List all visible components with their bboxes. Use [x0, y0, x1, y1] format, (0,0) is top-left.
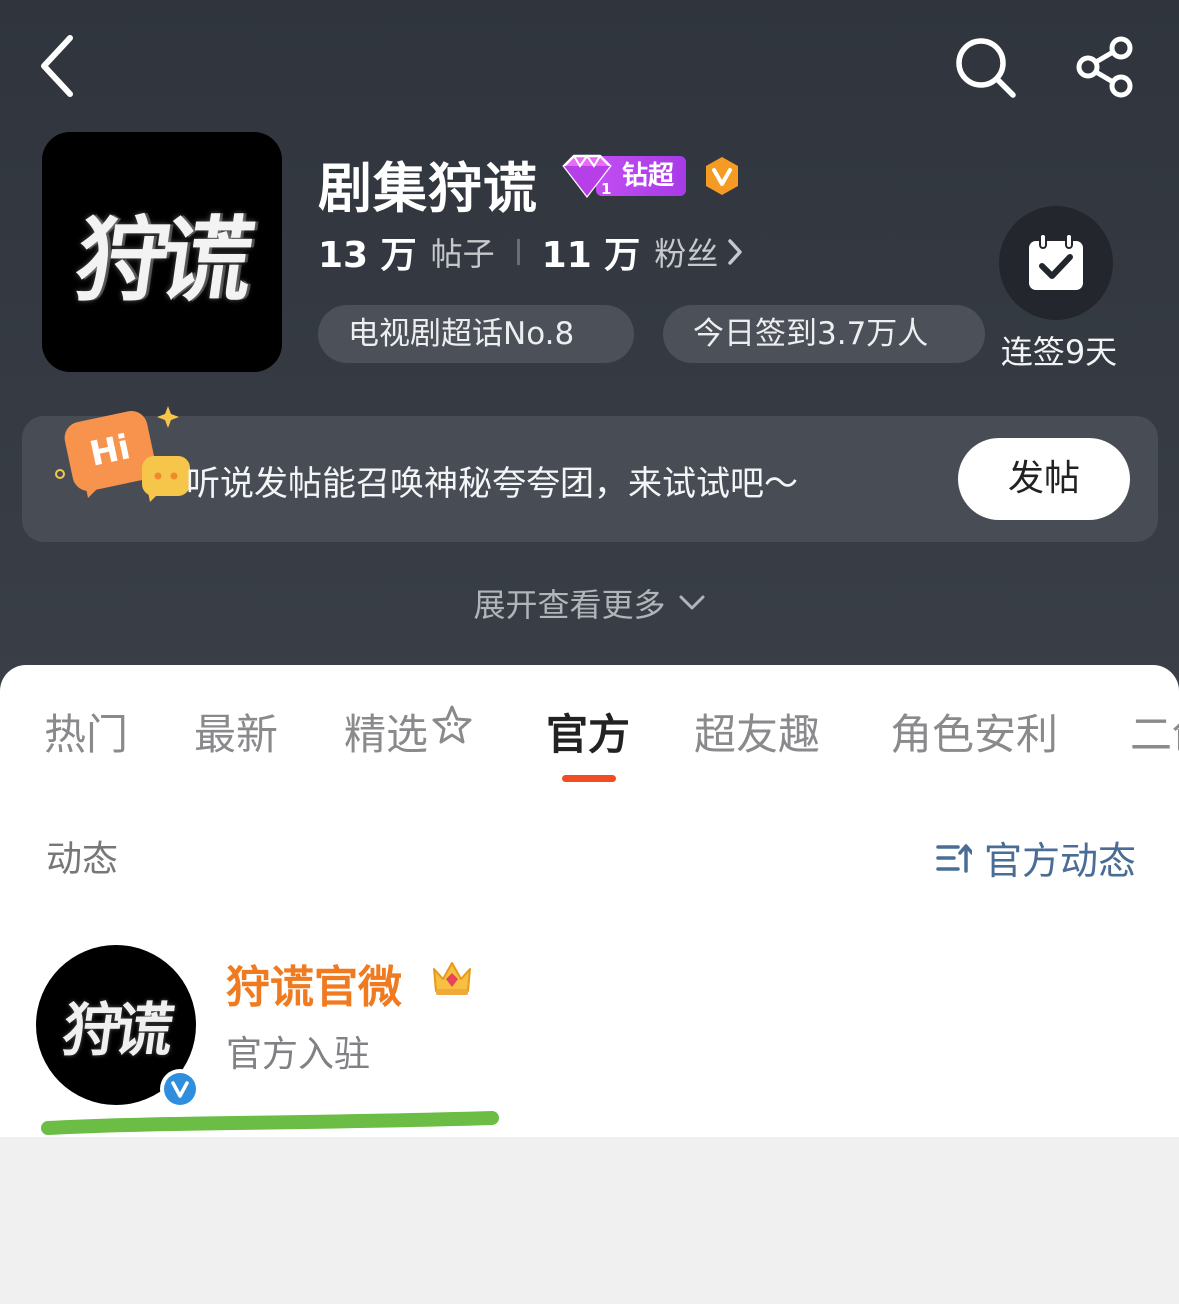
checkin-streak-label: 连签9天 — [1000, 333, 1118, 371]
verified-v-icon — [706, 157, 738, 195]
tier-badge[interactable]: 1 钻超 — [558, 154, 687, 199]
calendar-check-icon — [1029, 233, 1083, 290]
search-icon — [956, 38, 1016, 98]
tab-featured[interactable]: 精选 — [344, 701, 474, 762]
share-button[interactable] — [1070, 32, 1140, 102]
chevron-down-icon — [679, 595, 704, 610]
tab-super-friends[interactable]: 超友趣 — [694, 701, 820, 762]
posts-label: 帖子 — [430, 235, 495, 273]
sort-filter-button[interactable]: 官方动态 — [936, 830, 1136, 885]
avatar-logo-text: 狩谎 — [58, 996, 173, 1064]
account-name[interactable]: 狩谎官微 — [226, 951, 402, 1015]
active-tab-indicator — [562, 775, 616, 782]
share-icon — [1076, 36, 1133, 98]
sort-icon — [936, 843, 972, 873]
expand-more-label: 展开查看更多 — [473, 586, 666, 624]
stats-divider — [516, 239, 520, 265]
tab-latest[interactable]: 最新 — [194, 701, 278, 762]
topic-stats: 13 万 帖子 11 万 粉丝 — [318, 226, 744, 278]
tab-official[interactable]: 官方 — [546, 701, 630, 762]
official-account-row[interactable]: 狩谎 狩谎官微 官方入驻 — [36, 945, 636, 1115]
tab-fan-creation[interactable]: 二创 — [1130, 701, 1179, 762]
checkin-button[interactable] — [999, 206, 1113, 320]
star-icon — [432, 705, 472, 744]
verified-badge — [160, 1069, 200, 1109]
account-subtitle: 官方入驻 — [226, 1034, 371, 1075]
diamond-gem-icon: 1 — [562, 154, 612, 199]
topic-cover-image[interactable]: 狩谎 — [42, 132, 282, 372]
rank-pill[interactable]: 电视剧超话No.8 — [318, 305, 634, 363]
fans-count[interactable]: 11 万 — [542, 226, 641, 278]
promo-text: 听说发帖能召唤神秘夸夸团，来试试吧～ — [186, 464, 798, 504]
chevron-left-icon — [41, 35, 73, 97]
svg-text:1: 1 — [601, 180, 611, 198]
sort-label: 官方动态 — [984, 839, 1137, 883]
back-button[interactable] — [28, 32, 84, 100]
promo-banner: Hi 听说发帖能召唤神秘夸夸团，来试试吧～ 发帖 — [22, 406, 1158, 542]
tab-bar: 热门 最新 精选 官方 超友趣 角色安利 二创 — [0, 701, 1179, 765]
checkin-count-pill[interactable]: 今日签到3.7万人 — [663, 305, 985, 363]
section-label: 动态 — [46, 839, 119, 880]
cover-logo-text: 狩谎 — [69, 205, 253, 314]
crown-icon — [433, 962, 471, 995]
expand-more-toggle[interactable]: 展开查看更多 — [0, 580, 1179, 626]
tab-featured-label: 精选 — [344, 710, 429, 759]
svg-text:Hi: Hi — [86, 427, 134, 474]
posts-count: 13 万 — [318, 235, 417, 276]
tab-character-recommend[interactable]: 角色安利 — [890, 701, 1058, 762]
hi-chat-bubble-icon: Hi — [55, 406, 190, 502]
chevron-right-icon[interactable] — [726, 237, 744, 267]
tab-hot[interactable]: 热门 — [44, 701, 128, 762]
highlight-underline-mark — [41, 1111, 499, 1135]
verified-check-icon — [164, 1073, 196, 1105]
content-panel: 热门 最新 精选 官方 超友趣 角色安利 二创 动态 官方动态 狩谎 — [0, 665, 1179, 1137]
fans-label[interactable]: 粉丝 — [654, 229, 718, 275]
post-button[interactable]: 发帖 — [958, 438, 1130, 520]
topic-title: 剧集狩谎 — [318, 157, 538, 220]
search-button[interactable] — [950, 32, 1020, 102]
